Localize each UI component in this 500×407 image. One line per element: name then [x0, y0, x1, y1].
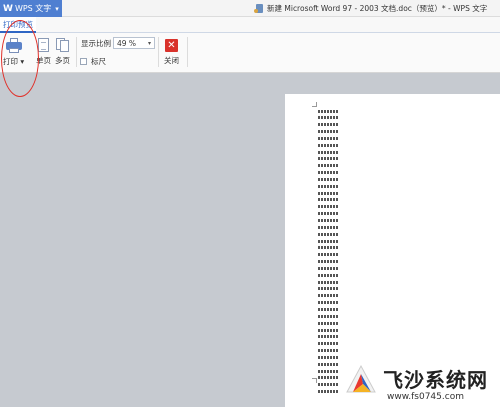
- margin-corner-mark: [312, 102, 317, 107]
- document-text-line: [318, 142, 358, 148]
- printer-icon: [5, 38, 22, 53]
- tab-print-preview[interactable]: 打印预览: [0, 17, 36, 33]
- document-text-line: [318, 259, 358, 265]
- document-text-line: [318, 108, 358, 114]
- ruler-label: 标尺: [91, 57, 106, 66]
- margin-corner-mark: [312, 378, 317, 383]
- document-icon: [254, 3, 264, 14]
- window-title: 新建 Microsoft Word 97 - 2003 文档.doc（预览）* …: [254, 2, 487, 15]
- multi-page-icon: [55, 38, 70, 52]
- document-text-line: [318, 224, 358, 230]
- document-text-line: [318, 170, 358, 176]
- single-page-button[interactable]: 单页: [36, 38, 51, 66]
- document-text-line: [318, 197, 358, 203]
- ruler-checkbox[interactable]: 标尺: [80, 56, 106, 67]
- document-text-line: [318, 183, 358, 189]
- document-text-block: [318, 108, 358, 395]
- single-page-label: 单页: [36, 56, 51, 65]
- app-name: WPS 文字: [14, 4, 52, 13]
- chevron-down-icon: ▾: [55, 4, 59, 13]
- document-text-line: [318, 231, 358, 237]
- document-text-line: [318, 272, 358, 278]
- document-text-line: [318, 156, 358, 162]
- document-text-line: [318, 122, 358, 128]
- document-text-line: [318, 300, 358, 306]
- document-text-line: [318, 286, 358, 292]
- title-bar: W WPS 文字 ▾ 新建 Microsoft Word 97 - 2003 文…: [0, 0, 500, 17]
- document-text-line: [318, 252, 358, 258]
- document-text-line: [318, 334, 358, 340]
- print-button-label: 打印: [3, 57, 18, 66]
- preview-workspace[interactable]: [0, 73, 500, 407]
- document-text-line: [318, 204, 358, 210]
- multi-page-label: 多页: [55, 56, 70, 65]
- document-text-line: [318, 163, 358, 169]
- single-page-icon: [38, 38, 49, 52]
- document-text-line: [318, 320, 358, 326]
- document-text-line: [318, 218, 358, 224]
- document-text-line: [318, 341, 358, 347]
- document-text-line: [318, 238, 358, 244]
- document-text-line: [318, 211, 358, 217]
- chevron-down-icon: ▾: [147, 39, 151, 47]
- zoom-label: 显示比例: [81, 39, 111, 48]
- print-button[interactable]: 打印 ▾: [3, 38, 24, 67]
- watermark: 飞沙系统网 www.fs0745.com: [343, 358, 500, 407]
- close-preview-button[interactable]: ✕ 关闭: [164, 39, 179, 66]
- document-text-line: [318, 245, 358, 251]
- document-text-line: [318, 135, 358, 141]
- document-text-line: [318, 176, 358, 182]
- document-text-line: [318, 265, 358, 271]
- document-text-line: [318, 129, 358, 135]
- document-text-line: [318, 327, 358, 333]
- ribbon-divider: [158, 37, 159, 67]
- document-text-line: [318, 306, 358, 312]
- wps-logo-icon: W: [3, 3, 13, 14]
- close-icon: ✕: [165, 39, 178, 52]
- chevron-down-icon: ▾: [20, 57, 25, 66]
- watermark-logo-icon: [346, 364, 376, 393]
- document-text-line: [318, 190, 358, 196]
- document-text-line: [318, 348, 358, 354]
- document-text-line: [318, 293, 358, 299]
- wps-app-menu-button[interactable]: W WPS 文字 ▾: [0, 0, 62, 17]
- multi-page-button[interactable]: 多页: [55, 38, 70, 66]
- watermark-title: 飞沙系统网: [383, 368, 488, 392]
- document-title: 新建 Microsoft Word 97 - 2003 文档.doc（预览）* …: [267, 4, 488, 13]
- ribbon-divider: [76, 37, 77, 67]
- close-label: 关闭: [164, 56, 179, 65]
- zoom-select[interactable]: 49 % ▾: [113, 37, 155, 49]
- ribbon-divider: [187, 37, 188, 67]
- tab-bar: 打印预览: [0, 17, 500, 33]
- document-text-line: [318, 115, 358, 121]
- zoom-value: 49 %: [117, 38, 137, 48]
- checkbox-icon: [80, 58, 87, 65]
- document-text-line: [318, 149, 358, 155]
- document-text-line: [318, 279, 358, 285]
- watermark-url: www.fs0745.com: [387, 392, 464, 402]
- print-preview-ribbon: [0, 33, 500, 73]
- document-text-line: [318, 313, 358, 319]
